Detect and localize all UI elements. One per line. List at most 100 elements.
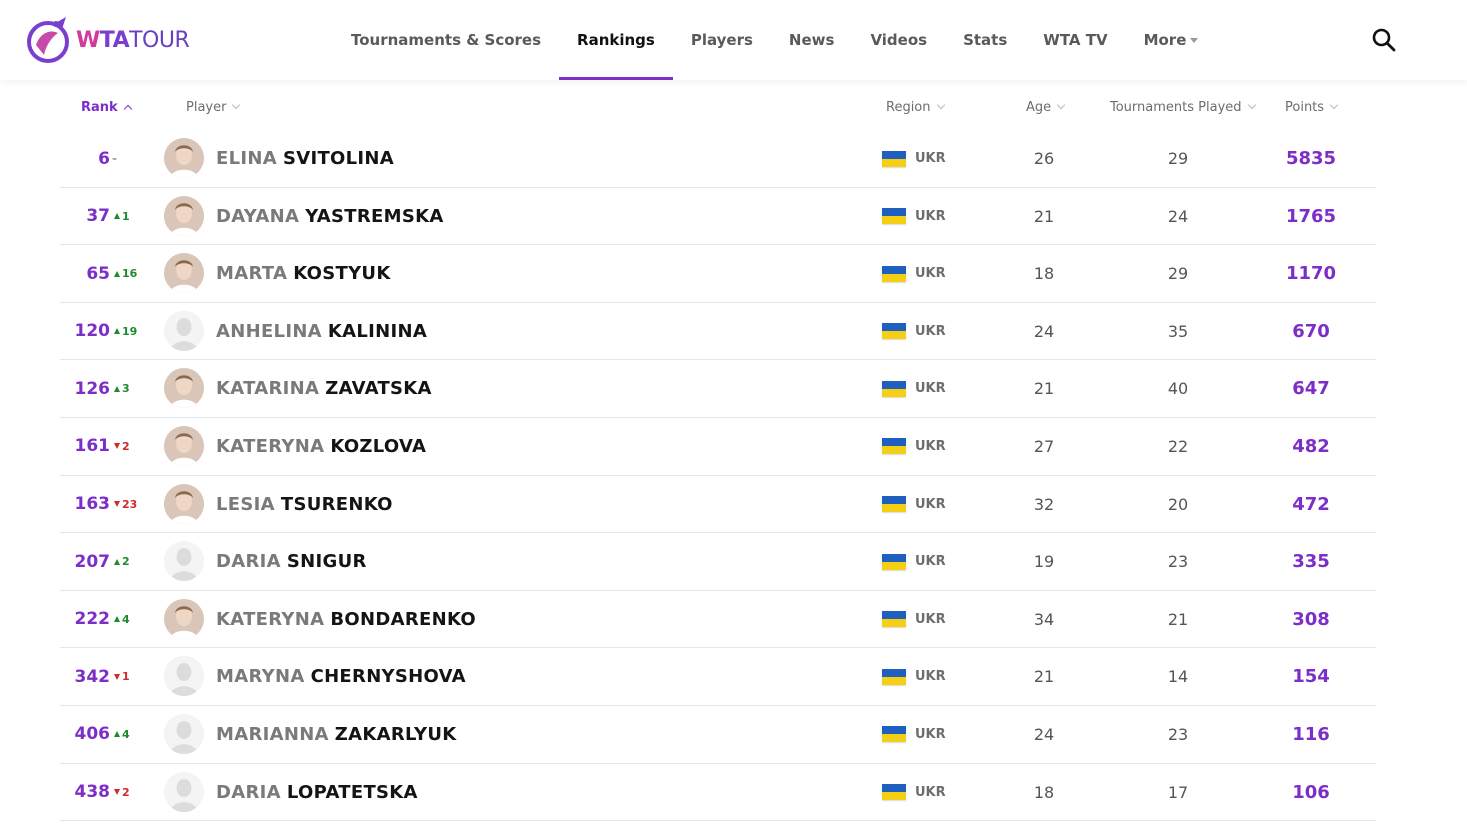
region-code: UKR	[915, 554, 946, 570]
column-header-region[interactable]: Region	[886, 100, 945, 115]
ukraine-flag-icon	[882, 150, 906, 167]
nav-label: News	[788, 31, 835, 49]
table-row[interactable]: 342 1 MARYNA CHERNYSHOVA UKR 21 14 154	[60, 648, 1376, 706]
player-avatar-placeholder[interactable]	[164, 541, 204, 582]
nav-players[interactable]: Players	[673, 0, 771, 80]
nav-stats[interactable]: Stats	[945, 0, 1025, 80]
player-first-name: MARTA	[216, 263, 288, 285]
rank-value: 163	[74, 494, 111, 515]
player-name-link[interactable]: LESIA TSURENKO	[216, 476, 393, 533]
arrow-down-icon	[114, 501, 120, 508]
region-cell: UKR	[882, 591, 946, 648]
arrow-up-icon	[114, 270, 120, 277]
player-avatar[interactable]	[164, 253, 204, 294]
nav-rankings[interactable]: Rankings	[559, 0, 673, 80]
player-avatar[interactable]	[164, 195, 204, 236]
player-name-link[interactable]: MARTA KOSTYUK	[216, 245, 391, 302]
arrow-down-icon	[114, 789, 120, 796]
arrow-up-icon	[114, 385, 120, 392]
player-name-link[interactable]: MARYNA CHERNYSHOVA	[216, 648, 466, 705]
rank-change: 1	[122, 209, 130, 223]
table-row[interactable]: 120 19 ANHELINA KALININA UKR 24 35 670	[60, 303, 1376, 361]
nav-wta-tv[interactable]: WTA TV	[1025, 0, 1125, 80]
player-first-name: DAYANA	[216, 205, 300, 227]
table-row[interactable]: 438 2 DARIA LOPATETSKA UKR 18 17 106	[60, 764, 1376, 822]
age-value: 32	[1033, 494, 1055, 514]
arrow-up-icon	[114, 731, 120, 738]
table-row[interactable]: 126 3 KATARINA ZAVATSKA UKR 21 40 647	[60, 360, 1376, 418]
player-avatar[interactable]	[164, 425, 204, 466]
table-row[interactable]: 6- ELINA SVITOLINA UKR 26 29 5835	[60, 130, 1376, 188]
player-name-link[interactable]: ELINA SVITOLINA	[216, 130, 394, 187]
player-name-link[interactable]: DAYANA YASTREMSKA	[216, 188, 444, 245]
player-name-link[interactable]: KATARINA ZAVATSKA	[216, 360, 432, 417]
arrow-up-icon	[114, 213, 120, 220]
table-row[interactable]: 161 2 KATERYNA KOZLOVA UKR 27 22 482	[60, 418, 1376, 476]
nav-videos[interactable]: Videos	[852, 0, 945, 80]
nav-news[interactable]: News	[771, 0, 853, 80]
column-header-tournaments-played[interactable]: Tournaments Played	[1110, 100, 1256, 115]
player-last-name: ZAKARLYUK	[334, 723, 457, 745]
player-avatar[interactable]	[164, 138, 204, 178]
column-header-age[interactable]: Age	[1026, 100, 1066, 115]
player-avatar[interactable]	[164, 483, 204, 524]
wta-tour-logo[interactable]: WTATOUR	[26, 14, 190, 66]
table-row[interactable]: 37 1 DAYANA YASTREMSKA UKR 21 24 1765	[60, 188, 1376, 246]
region-cell: UKR	[882, 764, 946, 821]
player-first-name: KATERYNA	[216, 435, 325, 457]
player-first-name: MARIANNA	[216, 723, 329, 745]
search-button[interactable]	[1370, 26, 1398, 54]
player-last-name: CHERNYSHOVA	[310, 666, 466, 688]
player-name-link[interactable]: DARIA LOPATETSKA	[216, 764, 418, 821]
table-row[interactable]: 163 23 LESIA TSURENKO UKR 32 20 472	[60, 476, 1376, 534]
player-name-link[interactable]: ANHELINA KALININA	[216, 303, 427, 360]
player-last-name: KOZLOVA	[330, 435, 427, 457]
table-row[interactable]: 207 2 DARIA SNIGUR UKR 19 23 335	[60, 533, 1376, 591]
region-cell: UKR	[882, 533, 946, 590]
player-avatar[interactable]	[164, 368, 204, 409]
table-row[interactable]: 222 4 KATERYNA BONDARENKO UKR 34 21 308	[60, 591, 1376, 649]
ukraine-flag-icon	[882, 323, 906, 340]
column-header-rank[interactable]: Rank	[81, 100, 132, 115]
rank-change: 1	[122, 670, 130, 684]
table-row[interactable]: 406 4 MARIANNA ZAKARLYUK UKR 24 23 116	[60, 706, 1376, 764]
rank-value: 37	[86, 206, 110, 227]
rank-value: 65	[86, 263, 110, 284]
arrow-down-icon	[114, 673, 120, 680]
player-first-name: LESIA	[216, 493, 275, 515]
column-header-player[interactable]: Player	[186, 100, 241, 115]
column-label: Player	[186, 100, 227, 115]
region-code: UKR	[915, 784, 946, 800]
player-name-link[interactable]: MARIANNA ZAKARLYUK	[216, 706, 456, 763]
player-first-name: ELINA	[216, 148, 277, 169]
rank-value: 6	[98, 148, 110, 169]
rank-value: 438	[74, 782, 111, 803]
points-value: 647	[1292, 378, 1330, 400]
search-icon	[1372, 28, 1396, 52]
region-cell: UKR	[882, 706, 946, 763]
player-avatar-placeholder[interactable]	[164, 310, 204, 351]
nav-tournaments-scores[interactable]: Tournaments & Scores	[333, 0, 559, 80]
table-body: 6- ELINA SVITOLINA UKR 26 29 5835 37 1 DAYANA YAST…	[60, 130, 1376, 822]
table-row[interactable]: 65 16 MARTA KOSTYUK UKR 18 29 1170	[60, 245, 1376, 303]
tournaments-played-value: 23	[1167, 724, 1189, 744]
points-value: 1765	[1285, 205, 1337, 227]
player-avatar-placeholder[interactable]	[164, 771, 204, 812]
region-code: UKR	[915, 726, 946, 742]
player-name-link[interactable]: KATERYNA KOZLOVA	[216, 418, 426, 475]
rank-movement: 2	[108, 418, 148, 475]
rankings-table: Rank Player Region Age Tournaments Playe…	[60, 86, 1376, 822]
player-avatar-placeholder[interactable]	[164, 713, 204, 754]
tournaments-played-value: 22	[1167, 436, 1189, 456]
player-name-link[interactable]: KATERYNA BONDARENKO	[216, 591, 476, 648]
nav-label: WTA TV	[1043, 31, 1108, 49]
age-value: 21	[1033, 379, 1055, 399]
points-value: 106	[1292, 781, 1330, 803]
arrow-up-icon	[114, 328, 120, 335]
nav-more[interactable]: More	[1126, 0, 1217, 80]
player-avatar-placeholder[interactable]	[164, 656, 204, 697]
column-header-points[interactable]: Points	[1285, 100, 1339, 115]
player-avatar[interactable]	[164, 598, 204, 639]
player-name-link[interactable]: DARIA SNIGUR	[216, 533, 367, 590]
tournaments-played-value: 23	[1167, 552, 1189, 572]
